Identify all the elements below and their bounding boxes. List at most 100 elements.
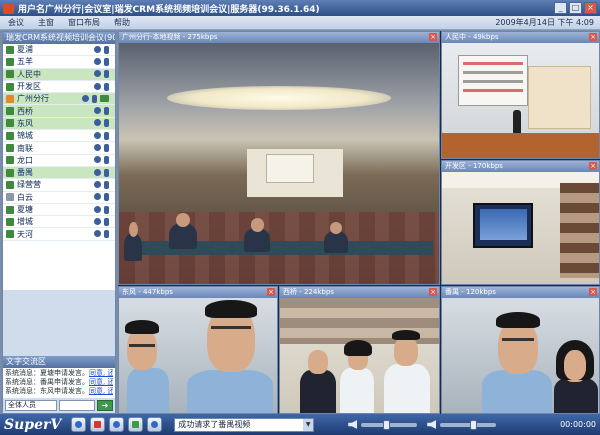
user-list-item[interactable]: 南联 — [3, 142, 115, 155]
microphone-icon[interactable] — [104, 168, 109, 177]
camera-icon[interactable] — [94, 156, 101, 164]
user-list-item[interactable]: 夏塘 — [3, 204, 115, 217]
camera-icon[interactable] — [94, 131, 101, 139]
microphone-icon[interactable] — [104, 205, 109, 214]
user-list-item[interactable]: 天河 — [3, 228, 115, 241]
stop-button[interactable] — [90, 417, 106, 432]
menu-help[interactable]: 帮助 — [114, 17, 130, 28]
user-list-header: 瑞发CRM系统视频培训会议(90) — [3, 32, 115, 44]
video-window-bottom-2[interactable]: 西桥 - 224kbps × — [279, 286, 440, 414]
camera-icon[interactable] — [94, 168, 101, 176]
video-window-main[interactable]: 广州分行-本地视频 - 275kbps × — [118, 31, 440, 285]
user-list[interactable]: 夏浦 五羊 人民中 开发区 广州分行 西桥 东风 锦城 南联 龙口 番禺 绿营营 白云 夏塘 增城 天河 — [3, 44, 115, 290]
close-icon[interactable]: × — [589, 33, 597, 41]
speaker-icon[interactable] — [348, 420, 358, 429]
microphone-icon[interactable] — [104, 107, 109, 116]
user-list-item[interactable]: 白云 — [3, 192, 115, 204]
camera-icon[interactable] — [94, 57, 101, 65]
camera-icon[interactable] — [94, 230, 101, 238]
person-face — [308, 350, 328, 374]
user-av-icons — [94, 193, 109, 202]
microphone-icon[interactable] — [104, 119, 109, 128]
maximize-button[interactable]: □ — [569, 2, 582, 14]
camera-icon[interactable] — [82, 94, 89, 102]
camera-button[interactable] — [147, 417, 163, 432]
camera-icon[interactable] — [94, 119, 101, 127]
menu-meeting[interactable]: 会议 — [8, 17, 24, 28]
menu-window-layout[interactable]: 窗口布局 — [68, 17, 100, 28]
user-list-item[interactable]: 绿营营 — [3, 179, 115, 192]
close-button[interactable]: × — [584, 2, 597, 14]
user-list-item[interactable]: 东风 — [3, 117, 115, 131]
microphone-slider-knob[interactable] — [469, 419, 477, 430]
camera-icon[interactable] — [94, 144, 101, 152]
microphone-icon[interactable] — [104, 180, 109, 189]
person-hair — [125, 320, 159, 334]
microphone-icon[interactable] — [104, 82, 109, 91]
close-icon[interactable]: × — [589, 288, 597, 296]
chevron-down-icon[interactable]: ▼ — [303, 418, 314, 431]
volume-slider[interactable] — [361, 419, 418, 430]
status-message[interactable]: 成功请求了番禺视频 ▼ — [174, 417, 315, 432]
microphone-icon[interactable] — [104, 131, 109, 140]
camera-icon[interactable] — [94, 193, 101, 201]
camera-icon[interactable] — [94, 82, 101, 90]
user-list-item[interactable]: 五羊 — [3, 56, 115, 69]
video-window-top-right[interactable]: 人民中 - 49kbps × — [441, 31, 600, 159]
user-list-item[interactable]: 人民中 — [3, 68, 115, 81]
camera-icon[interactable] — [94, 217, 101, 225]
user-list-item[interactable]: 锦城 — [3, 130, 115, 143]
left-panel: 瑞发CRM系统视频培训会议(90) 夏浦 五羊 人民中 开发区 广州分行 西桥 东风 锦城 南联… — [2, 31, 116, 414]
microphone-icon[interactable] — [104, 230, 109, 239]
chat-approve-links[interactable]: 同意, 还是 拒绝 还请求? — [89, 387, 113, 395]
volume-slider-knob[interactable] — [383, 419, 391, 430]
chat-input[interactable] — [59, 399, 95, 411]
user-status-icon — [6, 193, 14, 202]
send-button[interactable]: ➜ — [97, 399, 113, 411]
share-button[interactable] — [128, 417, 144, 432]
poster — [457, 54, 529, 107]
user-list-item[interactable]: 增城 — [3, 216, 115, 229]
microphone-icon[interactable] — [104, 70, 109, 79]
close-icon[interactable]: × — [589, 162, 597, 170]
camera-icon[interactable] — [94, 107, 101, 115]
camera-icon[interactable] — [94, 180, 101, 188]
microphone-icon[interactable] — [104, 57, 109, 66]
close-icon[interactable]: × — [429, 288, 437, 296]
close-icon[interactable]: × — [429, 33, 437, 41]
window-controls: _ □ × — [554, 2, 597, 14]
close-icon[interactable]: × — [267, 288, 275, 296]
video-window-bottom-1[interactable]: 东风 - 447kbps × — [118, 286, 278, 414]
user-button[interactable] — [109, 417, 125, 432]
user-list-item[interactable]: 夏浦 — [3, 44, 115, 57]
video-window-mid-right[interactable]: 开发区 - 170kbps × — [441, 160, 600, 285]
microphone-icon[interactable] — [104, 156, 109, 165]
microphone-icon[interactable] — [104, 193, 109, 202]
camera-icon[interactable] — [94, 45, 101, 53]
microphone-icon[interactable] — [427, 420, 437, 429]
microphone-icon[interactable] — [92, 94, 97, 103]
camera-icon[interactable] — [94, 70, 101, 78]
user-list-item[interactable]: 广州分行 — [3, 93, 115, 106]
minimize-button[interactable]: _ — [554, 2, 567, 14]
settings-button[interactable] — [71, 417, 87, 432]
user-list-item[interactable]: 番禺 — [3, 166, 115, 180]
video-window-bottom-3[interactable]: 番禺 - 120kbps × — [441, 286, 600, 414]
user-list-item[interactable]: 西桥 — [3, 105, 115, 118]
screen-share-icon[interactable] — [100, 94, 109, 102]
microphone-icon[interactable] — [104, 217, 109, 226]
chat-approve-links[interactable]: 同意, 还是 拒绝 还请求? — [89, 378, 113, 386]
chat-message-text: 系统消息：夏塘申请发言。 — [5, 369, 89, 377]
microphone-icon[interactable] — [104, 45, 109, 54]
person-face — [394, 336, 418, 366]
bottom-toolbar: SuperV 成功请求了番禺视频 ▼ 00:00:00 — [0, 414, 600, 435]
chat-target-select[interactable]: 全体人员 — [5, 399, 57, 411]
chat-approve-links[interactable]: 同意, 还是 拒绝 还请求? — [89, 369, 113, 377]
camera-icon[interactable] — [94, 205, 101, 213]
stage-screen — [266, 153, 315, 183]
microphone-slider[interactable] — [440, 419, 497, 430]
user-list-item[interactable]: 开发区 — [3, 81, 115, 94]
menu-main-window[interactable]: 主窗 — [38, 17, 54, 28]
user-list-item[interactable]: 龙口 — [3, 155, 115, 167]
microphone-icon[interactable] — [104, 144, 109, 153]
